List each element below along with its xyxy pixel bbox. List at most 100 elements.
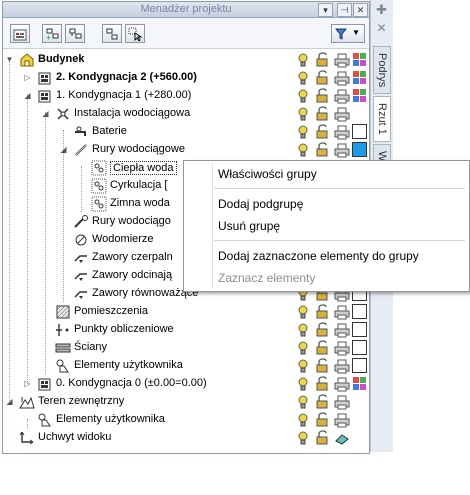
printer-icon[interactable] <box>334 358 350 374</box>
side-tab-0[interactable]: Podrys <box>373 46 391 94</box>
tree-node-label: Zimna woda <box>110 197 170 209</box>
collapse-icon[interactable]: ◢ <box>59 145 68 154</box>
properties-button[interactable] <box>10 24 30 43</box>
visibility-bulb-icon[interactable] <box>295 88 311 104</box>
color-swatch[interactable] <box>352 124 367 139</box>
printer-icon[interactable] <box>334 70 350 86</box>
lock-icon[interactable] <box>315 88 331 104</box>
context-menu-item[interactable]: Właściwości grupy <box>218 167 317 181</box>
tree-node-label: Wodomierze <box>92 233 154 245</box>
close-icon[interactable]: ✕ <box>353 3 368 17</box>
lock-icon[interactable] <box>315 394 331 410</box>
printer-icon[interactable] <box>334 412 350 428</box>
visibility-bulb-icon[interactable] <box>295 322 311 338</box>
color-palette-icon[interactable] <box>352 70 368 86</box>
tree-node[interactable]: ◢ Instalacja wodociągowa <box>3 105 369 123</box>
visibility-bulb-icon[interactable] <box>295 412 311 428</box>
color-swatch[interactable] <box>352 142 367 157</box>
printer-icon[interactable] <box>334 142 350 158</box>
lock-icon[interactable] <box>315 106 331 122</box>
visibility-bulb-icon[interactable] <box>295 430 311 446</box>
tree-node[interactable]: Elementy użytkownika <box>3 357 369 375</box>
tree-node[interactable]: Baterie <box>3 123 369 141</box>
printer-icon[interactable] <box>334 376 350 392</box>
visibility-bulb-icon[interactable] <box>295 358 311 374</box>
lock-icon[interactable] <box>315 322 331 338</box>
color-palette-icon[interactable] <box>352 88 368 104</box>
printer-icon[interactable] <box>334 88 350 104</box>
pin-icon[interactable]: ✚ <box>375 3 388 17</box>
visibility-bulb-icon[interactable] <box>295 376 311 392</box>
add-subgroup-button[interactable] <box>65 24 85 43</box>
lock-icon[interactable] <box>315 142 331 158</box>
collapse-icon[interactable]: ◢ <box>5 397 14 406</box>
tree-node[interactable]: ◢ 1. Kondygnacja 1 (+280.00) <box>3 87 369 105</box>
printer-icon[interactable] <box>334 124 350 140</box>
collapse-icon[interactable]: ◢ <box>23 91 32 100</box>
tree-node-label: Pomieszczenia <box>74 305 148 317</box>
tree-node-label: Zawory czerpaln <box>92 251 173 263</box>
expand-icon[interactable]: ▷ <box>23 73 32 82</box>
expand-icon[interactable]: ▷ <box>23 379 32 388</box>
color-palette-icon[interactable] <box>352 376 368 392</box>
visibility-bulb-icon[interactable] <box>295 394 311 410</box>
expand-tree-button[interactable] <box>102 24 122 43</box>
tree-node[interactable]: Ściany <box>3 339 369 357</box>
menu-gutter <box>212 163 213 289</box>
lock-icon[interactable] <box>315 304 331 320</box>
context-menu-item[interactable]: Dodaj zaznaczone elementy do grupy <box>218 249 419 263</box>
tree-node[interactable]: ◢ Rury wodociągowe <box>3 141 369 159</box>
select-elements-button[interactable] <box>125 24 145 43</box>
visibility-bulb-icon[interactable] <box>295 70 311 86</box>
collapse-icon[interactable]: ▼ <box>5 55 14 64</box>
lock-icon[interactable] <box>315 430 331 446</box>
filter-dropdown-button[interactable]: ▼ <box>331 24 365 43</box>
building-icon <box>19 52 35 68</box>
close-icon[interactable]: ✕ <box>375 22 388 35</box>
printer-icon[interactable] <box>334 304 350 320</box>
lock-icon[interactable] <box>315 412 331 428</box>
add-group-button[interactable]: + <box>42 24 62 43</box>
collapse-icon[interactable]: ◢ <box>41 109 50 118</box>
color-palette-icon[interactable] <box>352 52 368 68</box>
lock-icon[interactable] <box>315 52 331 68</box>
printer-icon[interactable] <box>334 52 350 68</box>
side-tab-1[interactable]: Rzut 1 <box>373 96 391 142</box>
tree-node[interactable]: Pomieszczenia <box>3 303 369 321</box>
printer-icon[interactable] <box>334 340 350 356</box>
valve-icon <box>73 250 89 266</box>
visibility-bulb-icon[interactable] <box>295 124 311 140</box>
color-swatch[interactable] <box>352 358 367 373</box>
lock-icon[interactable] <box>315 340 331 356</box>
lock-icon[interactable] <box>315 358 331 374</box>
visibility-bulb-icon[interactable] <box>295 340 311 356</box>
floor-icon <box>37 88 53 104</box>
lock-icon[interactable] <box>315 124 331 140</box>
printer-icon[interactable] <box>334 394 350 410</box>
pin-icon[interactable]: ⊣ <box>337 3 352 17</box>
lock-icon[interactable] <box>315 376 331 392</box>
color-swatch[interactable] <box>352 322 367 337</box>
context-menu-item[interactable]: Dodaj podgrupę <box>218 197 303 211</box>
tree-node[interactable]: ▷ 2. Kondygnacja 2 (+560.00) <box>3 69 369 87</box>
tree-node[interactable]: Punkty obliczeniowe <box>3 321 369 339</box>
view-handle-icon <box>19 430 35 446</box>
printer-icon[interactable] <box>334 322 350 338</box>
tree-node[interactable]: ▷ 0. Kondygnacja 0 (±0.00=0.00) <box>3 375 369 393</box>
color-swatch[interactable] <box>352 340 367 355</box>
lock-icon[interactable] <box>315 70 331 86</box>
dropdown-icon[interactable]: ▾ <box>318 3 333 17</box>
tree-node[interactable]: Uchwyt widoku <box>3 429 369 447</box>
visibility-bulb-icon[interactable] <box>295 142 311 158</box>
tree-node[interactable]: Elementy użytkownika <box>3 411 369 429</box>
visibility-bulb-icon[interactable] <box>295 52 311 68</box>
context-menu-item[interactable]: Usuń grupę <box>218 219 280 233</box>
color-swatch[interactable] <box>352 304 367 319</box>
visibility-bulb-icon[interactable] <box>295 106 311 122</box>
visibility-bulb-icon[interactable] <box>295 304 311 320</box>
meter-icon <box>73 232 89 248</box>
printer-icon[interactable] <box>334 106 350 122</box>
eraser-icon[interactable] <box>334 430 350 446</box>
tree-node[interactable]: ◢ Teren zewnętrzny <box>3 393 369 411</box>
tree-node[interactable]: ▼ Budynek <box>3 51 369 69</box>
